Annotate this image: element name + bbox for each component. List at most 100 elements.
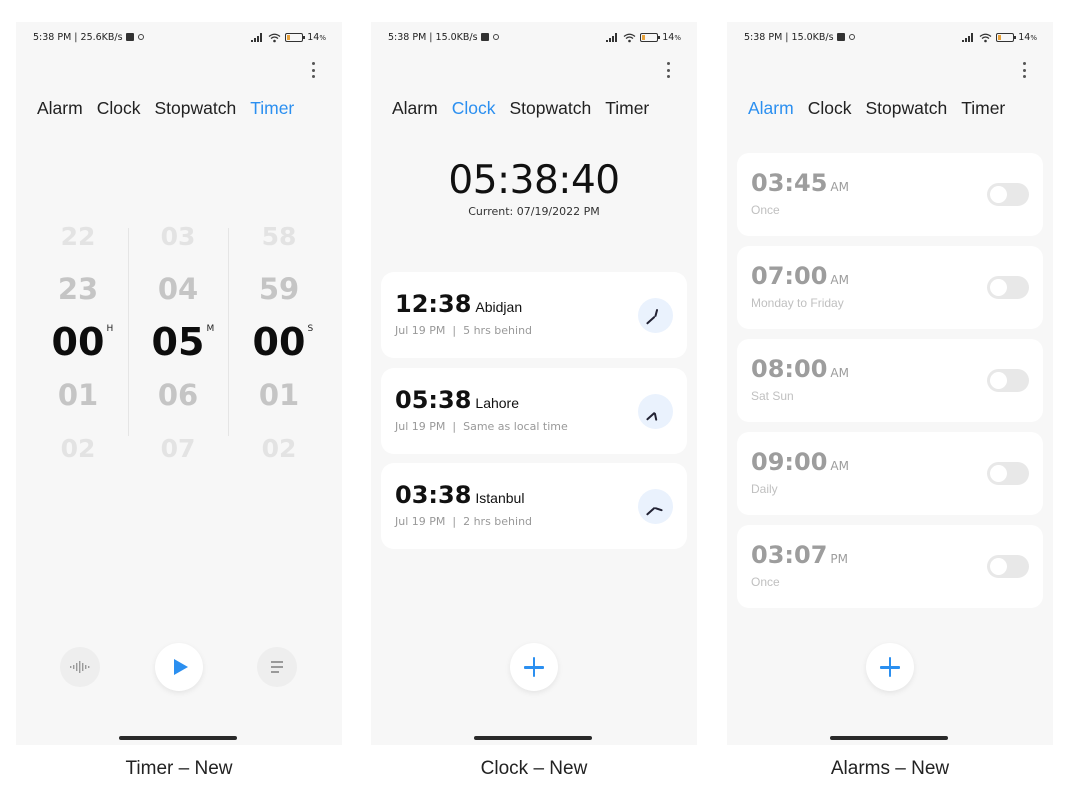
sound-wave-button[interactable] <box>60 647 100 687</box>
tab-timer[interactable]: Timer <box>605 98 649 119</box>
alarm-time: 07:00 <box>751 262 828 290</box>
analog-clock-icon <box>638 489 673 524</box>
analog-clock-icon <box>638 298 673 333</box>
more-vert-icon[interactable] <box>666 62 670 78</box>
hours-selected[interactable]: 00 H <box>38 316 118 369</box>
alarm-indicator-icon <box>492 34 499 40</box>
battery-icon <box>285 33 306 42</box>
clock-hour-hand <box>654 308 658 317</box>
more-vert-icon[interactable] <box>311 62 315 78</box>
alarm-item[interactable]: 03:45 AM Once <box>737 153 1043 236</box>
city-time: 05:38 <box>395 386 472 414</box>
clock-minute-hand <box>646 315 656 325</box>
alarm-item[interactable]: 09:00 AM Daily <box>737 432 1043 515</box>
clock-minute-hand <box>646 506 656 516</box>
minutes-option[interactable]: 04 <box>138 263 218 316</box>
city-time-difference: Same as local time <box>463 420 568 433</box>
more-vert-icon[interactable] <box>1022 62 1026 78</box>
minutes-option[interactable]: 03 <box>138 210 218 263</box>
tab-stopwatch[interactable]: Stopwatch <box>154 98 236 119</box>
minutes-selected[interactable]: 05 M <box>138 316 218 369</box>
hours-option[interactable]: 01 <box>38 369 118 422</box>
signal-icon <box>962 33 974 42</box>
minutes-unit: M <box>206 324 215 334</box>
tab-stopwatch[interactable]: Stopwatch <box>865 98 947 119</box>
alarm-item[interactable]: 08:00 AM Sat Sun <box>737 339 1043 422</box>
tab-clock[interactable]: Clock <box>97 98 141 119</box>
status-time-speed: 5:38 PM | 15.0KB/s <box>744 32 834 43</box>
alarm-indicator-icon <box>137 34 144 40</box>
alarm-toggle[interactable] <box>987 462 1029 485</box>
tab-stopwatch[interactable]: Stopwatch <box>509 98 591 119</box>
alarm-toggle[interactable] <box>987 369 1029 392</box>
tab-clock[interactable]: Clock <box>808 98 852 119</box>
minutes-picker[interactable]: 03 04 05 M 06 07 <box>138 210 218 475</box>
alarm-time: 03:45 <box>751 169 828 197</box>
alarm-time: 08:00 <box>751 355 828 383</box>
hours-option[interactable]: 02 <box>38 422 118 475</box>
tab-alarm[interactable]: Alarm <box>37 98 83 119</box>
city-name: Abidjan <box>475 299 523 315</box>
play-icon <box>174 659 188 675</box>
seconds-selected[interactable]: 00 S <box>239 316 319 369</box>
timer-presets-button[interactable] <box>257 647 297 687</box>
tab-alarm[interactable]: Alarm <box>392 98 438 119</box>
alarm-toggle[interactable] <box>987 276 1029 299</box>
local-time: 05:38:40 <box>448 158 620 203</box>
alarm-ampm: AM <box>830 459 849 473</box>
world-clock-card[interactable]: 05:38 Lahore Jul 19 PM | Same as local ti… <box>381 368 687 454</box>
battery-percent-unit: % <box>319 34 326 42</box>
tab-timer[interactable]: Timer <box>250 98 294 119</box>
list-icon <box>271 661 283 673</box>
app-notification-icon <box>836 33 845 41</box>
alarm-time: 09:00 <box>751 448 828 476</box>
seconds-option[interactable]: 58 <box>239 210 319 263</box>
alarm-toggle[interactable] <box>987 183 1029 206</box>
status-bar: 5:38 PM | 15.0KB/s 14% <box>388 32 681 44</box>
add-city-button[interactable] <box>510 643 558 691</box>
wifi-icon <box>623 33 636 42</box>
home-indicator[interactable] <box>474 736 592 740</box>
clock-screen: 5:38 PM | 15.0KB/s 14% Alarm Clock Stopw… <box>371 22 697 745</box>
screen-caption: Timer – New <box>125 758 233 779</box>
alarm-ampm: AM <box>830 366 849 380</box>
tab-timer[interactable]: Timer <box>961 98 1005 119</box>
status-time-speed: 5:38 PM | 25.6KB/s <box>33 32 123 43</box>
hours-option[interactable]: 23 <box>38 263 118 316</box>
battery-icon <box>996 33 1017 42</box>
alarm-repeat: Sat Sun <box>751 389 794 403</box>
seconds-option[interactable]: 59 <box>239 263 319 316</box>
city-time: 03:38 <box>395 481 472 509</box>
start-timer-button[interactable] <box>155 643 203 691</box>
seconds-picker[interactable]: 58 59 00 S 01 02 <box>239 210 319 475</box>
alarm-time: 03:07 <box>751 541 828 569</box>
home-indicator[interactable] <box>830 736 948 740</box>
city-time-difference: 2 hrs behind <box>463 515 533 528</box>
hours-picker[interactable]: 22 23 00 H 01 02 <box>38 210 118 475</box>
alarm-repeat: Daily <box>751 482 778 496</box>
city-date: Jul 19 PM <box>395 420 446 433</box>
app-notification-icon <box>480 33 489 41</box>
alarm-toggle[interactable] <box>987 555 1029 578</box>
battery-percent: 14 <box>307 32 320 43</box>
seconds-option[interactable]: 01 <box>239 369 319 422</box>
world-clock-card[interactable]: 03:38 Istanbul Jul 19 PM | 2 hrs behind <box>381 463 687 549</box>
home-indicator[interactable] <box>119 736 237 740</box>
alarm-item[interactable]: 03:07 PM Once <box>737 525 1043 608</box>
battery-icon <box>640 33 661 42</box>
add-alarm-button[interactable] <box>866 643 914 691</box>
alarm-repeat: Once <box>751 203 780 217</box>
city-name: Lahore <box>475 395 519 411</box>
world-clock-card[interactable]: 12:38 Abidjan Jul 19 PM | 5 hrs behind <box>381 272 687 358</box>
sound-wave-icon <box>70 661 90 673</box>
status-time-speed: 5:38 PM | 15.0KB/s <box>388 32 478 43</box>
hours-option[interactable]: 22 <box>38 210 118 263</box>
tab-clock[interactable]: Clock <box>452 98 496 119</box>
minutes-option[interactable]: 07 <box>138 422 218 475</box>
tab-alarm[interactable]: Alarm <box>748 98 794 119</box>
seconds-option[interactable]: 02 <box>239 422 319 475</box>
alarm-item[interactable]: 07:00 AM Monday to Friday <box>737 246 1043 329</box>
minutes-option[interactable]: 06 <box>138 369 218 422</box>
city-date: Jul 19 PM <box>395 515 446 528</box>
column-divider <box>128 228 129 436</box>
